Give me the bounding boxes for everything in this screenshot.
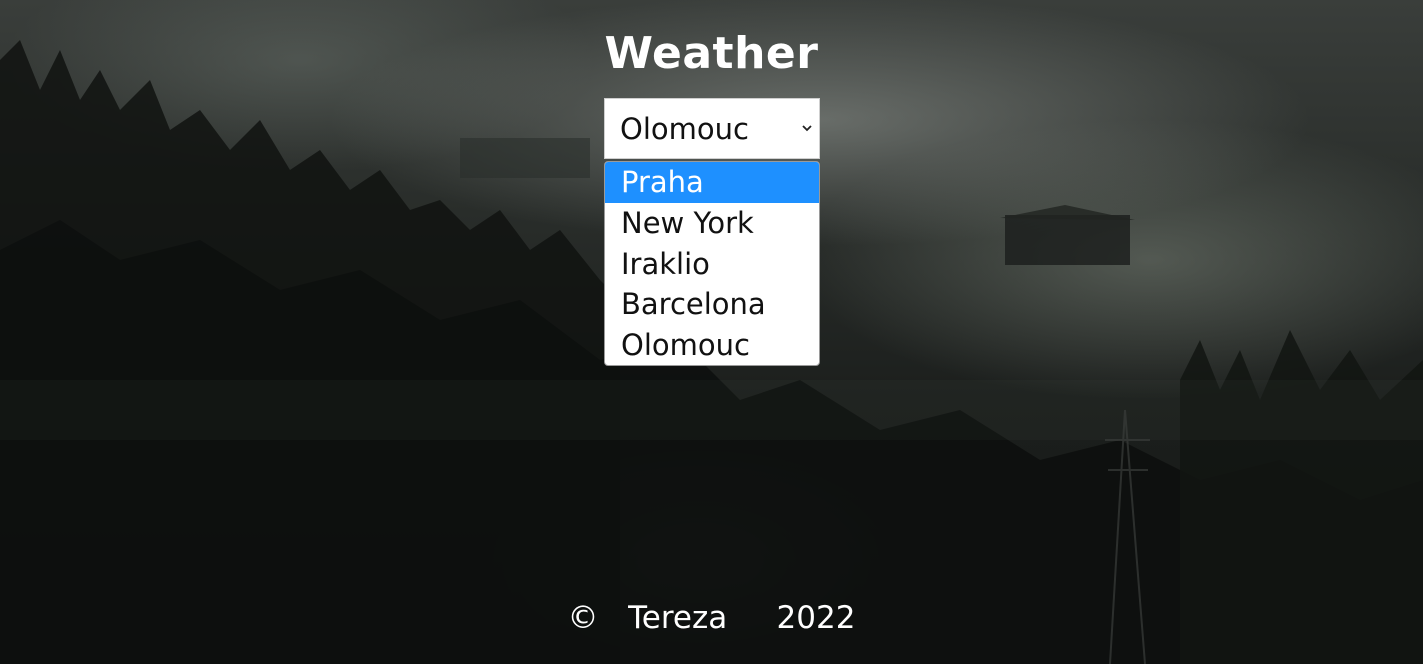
city-option-olomouc[interactable]: Olomouc: [605, 325, 819, 365]
city-dropdown-list: Praha New York Iraklio Barcelona Olomouc: [604, 161, 820, 366]
city-select-value: Olomouc: [620, 111, 749, 146]
chevron-down-icon: [802, 125, 812, 132]
footer-year: 2022: [776, 600, 856, 636]
city-option-barcelona[interactable]: Barcelona: [605, 284, 819, 325]
city-select[interactable]: Olomouc: [604, 98, 820, 159]
page-background: Weather Olomouc Praha New York Iraklio B…: [0, 0, 1423, 664]
city-option-iraklio[interactable]: Iraklio: [605, 244, 819, 285]
copyright-symbol: ©: [567, 600, 599, 636]
footer: © Tereza 2022: [0, 600, 1423, 636]
footer-author: Tereza: [628, 600, 728, 636]
city-option-new-york[interactable]: New York: [605, 203, 819, 244]
page-title: Weather: [604, 28, 819, 79]
city-option-praha[interactable]: Praha: [605, 162, 819, 203]
